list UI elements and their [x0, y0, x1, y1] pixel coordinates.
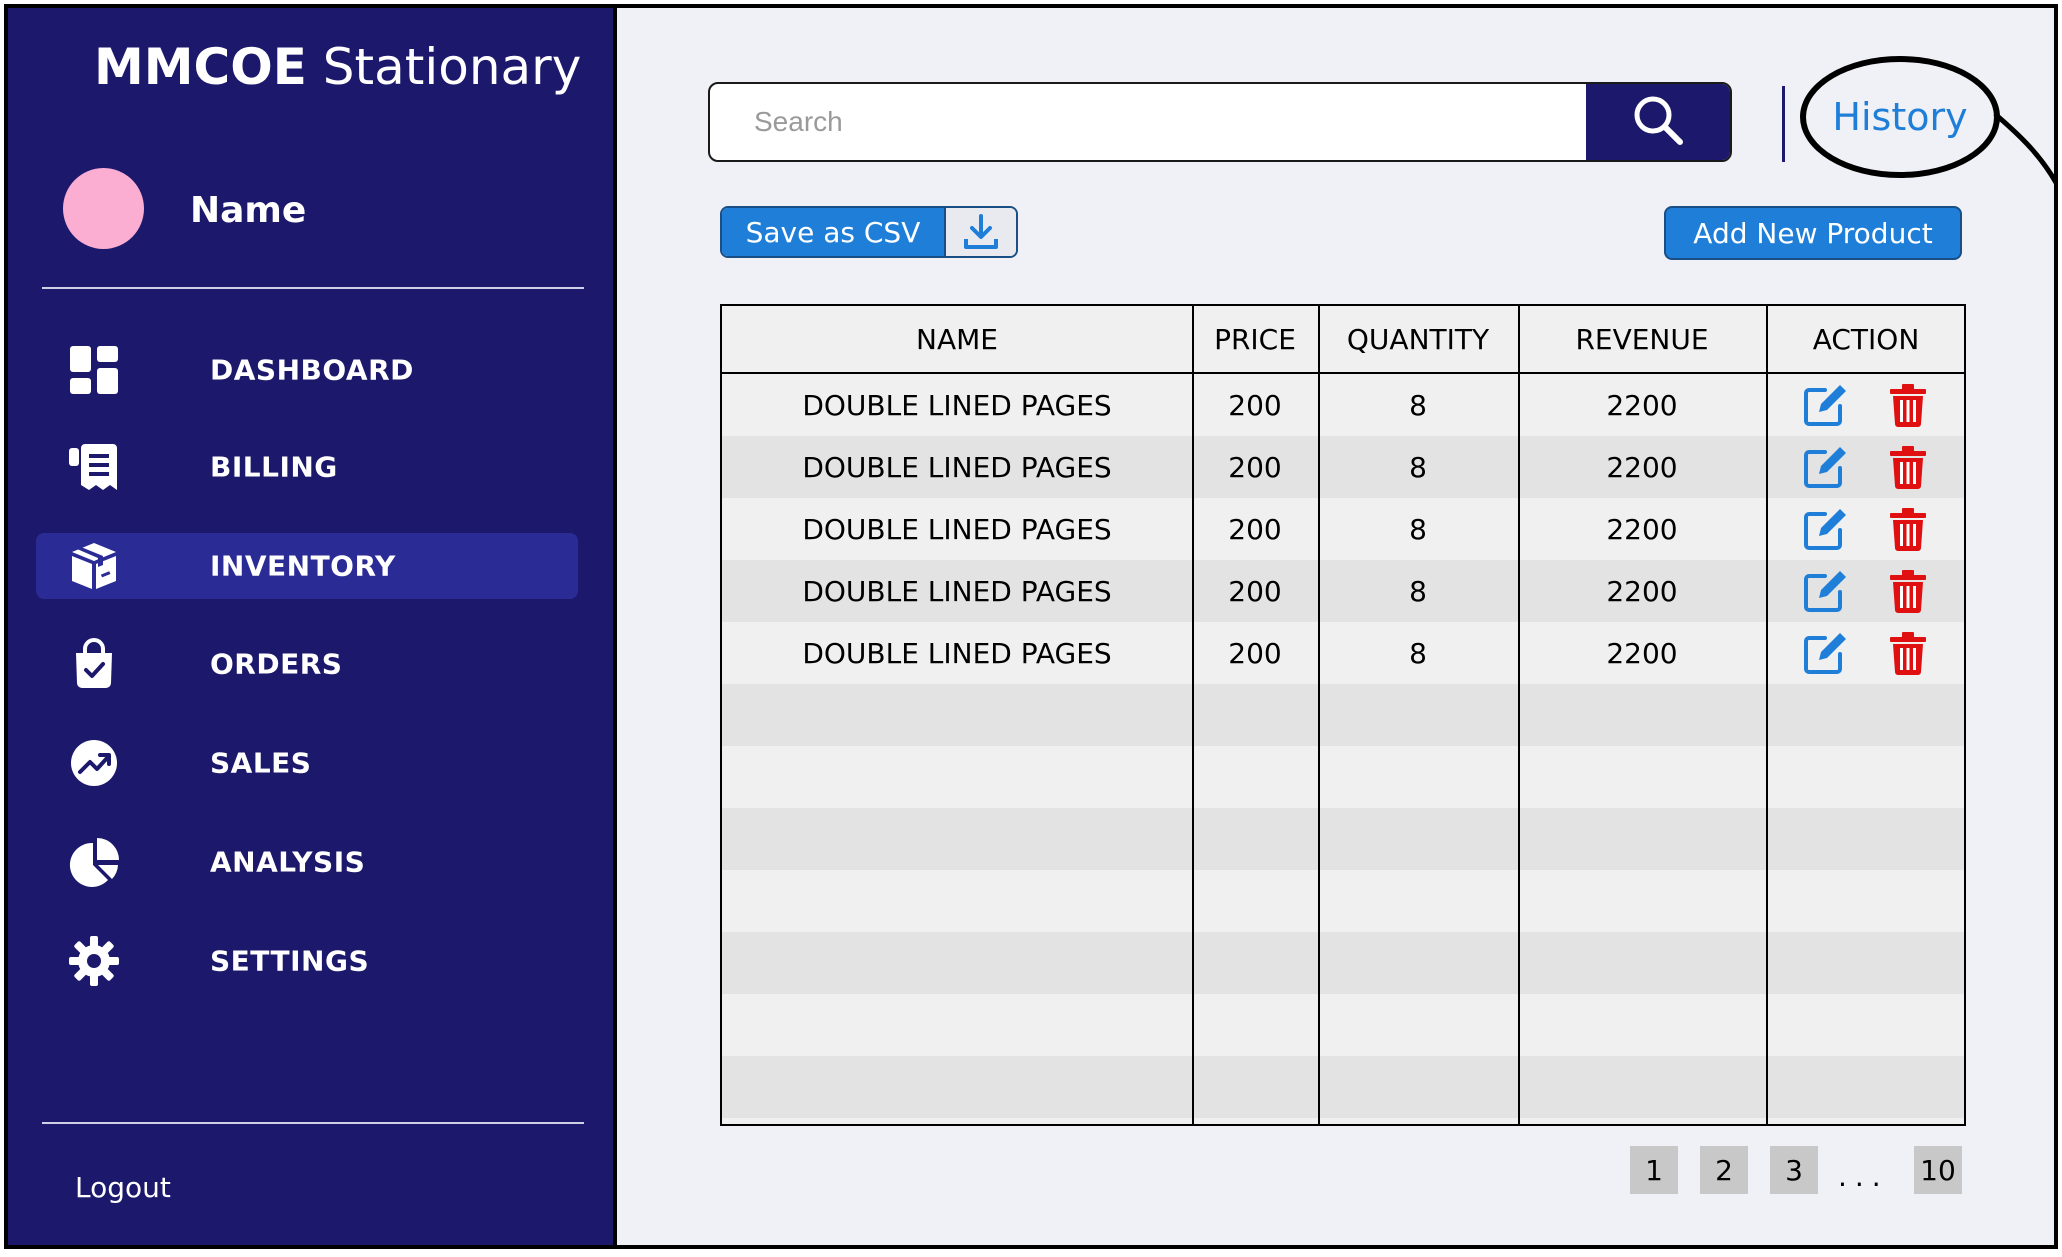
receipt-icon [66, 439, 122, 495]
cell-name: DOUBLE LINED PAGES [802, 450, 1112, 484]
page-button-1[interactable]: 1 [1630, 1146, 1678, 1194]
pie-chart-icon [66, 834, 122, 890]
sidebar-item-label: DASHBOARD [210, 353, 414, 387]
save-csv-label: Save as CSV [722, 208, 944, 256]
empty-table-row [722, 870, 1964, 932]
sidebar-item-sales[interactable]: SALES [36, 730, 578, 796]
column-header-action: ACTION [1812, 322, 1920, 356]
cell-name: DOUBLE LINED PAGES [802, 574, 1112, 608]
edit-icon[interactable] [1802, 381, 1850, 429]
empty-table-row [722, 932, 1964, 994]
column-header-price[interactable]: PRICE [1192, 306, 1318, 372]
logout-link[interactable]: Logout [75, 1171, 171, 1204]
add-new-product-button[interactable]: Add New Product [1664, 206, 1962, 260]
cell-quantity: 8 [1409, 574, 1427, 608]
page-button-last[interactable]: 10 [1914, 1146, 1962, 1194]
dashboard-icon [66, 342, 122, 398]
edit-icon[interactable] [1802, 567, 1850, 615]
table-row: DOUBLE LINED PAGES 200 8 2200 [722, 622, 1964, 684]
cell-quantity: 8 [1409, 636, 1427, 670]
sidebar-divider-bottom [42, 1122, 584, 1124]
empty-table-row [722, 994, 1964, 1056]
download-icon [944, 208, 1016, 256]
sidebar-item-label: SETTINGS [210, 944, 370, 978]
sidebar-item-label: SALES [210, 746, 312, 780]
pagination-ellipsis: ... [1838, 1160, 1889, 1193]
page-button-2[interactable]: 2 [1700, 1146, 1748, 1194]
history-highlight: History [1800, 56, 2000, 178]
sidebar-divider-top [42, 287, 584, 289]
cell-price: 200 [1228, 574, 1282, 608]
cell-price: 200 [1228, 450, 1282, 484]
toolbar-separator [1782, 86, 1785, 162]
sidebar-item-label: ANALYSIS [210, 845, 366, 879]
cell-price: 200 [1228, 388, 1282, 422]
box-icon [66, 538, 122, 594]
gear-icon [66, 933, 122, 989]
sidebar: MMCOE Stationary Name DASHBOARD BILLING … [8, 8, 617, 1245]
cell-name: DOUBLE LINED PAGES [802, 512, 1112, 546]
sidebar-item-settings[interactable]: SETTINGS [36, 928, 578, 994]
cell-revenue: 2200 [1606, 512, 1678, 546]
cell-revenue: 2200 [1606, 388, 1678, 422]
empty-table-row [722, 1056, 1964, 1118]
sidebar-item-label: INVENTORY [210, 549, 396, 583]
history-link[interactable]: History [1832, 95, 1967, 139]
sidebar-item-inventory[interactable]: INVENTORY [36, 533, 578, 599]
cell-revenue: 2200 [1606, 574, 1678, 608]
delete-icon[interactable] [1884, 505, 1932, 553]
search-input[interactable] [710, 84, 1584, 160]
table-row: DOUBLE LINED PAGES 200 8 2200 [722, 436, 1964, 498]
sidebar-item-orders[interactable]: ORDERS [36, 631, 578, 697]
cell-quantity: 8 [1409, 512, 1427, 546]
delete-icon[interactable] [1884, 443, 1932, 491]
table-row: DOUBLE LINED PAGES 200 8 2200 [722, 374, 1964, 436]
sidebar-item-label: BILLING [210, 450, 338, 484]
shopping-bag-icon [66, 636, 122, 692]
search-button[interactable] [1586, 84, 1730, 160]
search-bar [708, 82, 1732, 162]
column-header-name[interactable]: NAME [722, 306, 1192, 372]
table-row: DOUBLE LINED PAGES 200 8 2200 [722, 498, 1964, 560]
cell-revenue: 2200 [1606, 636, 1678, 670]
app-window: MMCOE Stationary Name DASHBOARD BILLING … [4, 4, 2058, 1249]
column-header-revenue[interactable]: REVENUE [1518, 306, 1766, 372]
search-icon [1630, 92, 1686, 153]
cell-name: DOUBLE LINED PAGES [802, 636, 1112, 670]
sidebar-item-analysis[interactable]: ANALYSIS [36, 829, 578, 895]
delete-icon[interactable] [1884, 629, 1932, 677]
sidebar-item-dashboard[interactable]: DASHBOARD [36, 337, 578, 403]
avatar[interactable] [63, 168, 144, 249]
annotation-pointer [1993, 112, 2054, 185]
cell-quantity: 8 [1409, 450, 1427, 484]
trend-up-icon [66, 735, 122, 791]
table-header: NAME PRICE QUANTITY REVENUE ACTION [722, 306, 1964, 374]
empty-table-row [722, 684, 1964, 746]
edit-icon[interactable] [1802, 629, 1850, 677]
delete-icon[interactable] [1884, 381, 1932, 429]
empty-table-row [722, 808, 1964, 870]
cell-name: DOUBLE LINED PAGES [802, 388, 1112, 422]
cell-revenue: 2200 [1606, 450, 1678, 484]
page-button-3[interactable]: 3 [1770, 1146, 1818, 1194]
edit-icon[interactable] [1802, 505, 1850, 553]
inventory-table: NAME PRICE QUANTITY REVENUE ACTION DOUBL… [720, 304, 1966, 1126]
sidebar-item-label: ORDERS [210, 647, 343, 681]
brand-title: MMCOE Stationary [94, 38, 582, 96]
user-name: Name [190, 190, 307, 231]
edit-icon[interactable] [1802, 443, 1850, 491]
cell-price: 200 [1228, 636, 1282, 670]
empty-table-row [722, 746, 1964, 808]
cell-price: 200 [1228, 512, 1282, 546]
table-row: DOUBLE LINED PAGES 200 8 2200 [722, 560, 1964, 622]
save-csv-button[interactable]: Save as CSV [720, 206, 1018, 258]
column-header-quantity[interactable]: QUANTITY [1318, 306, 1518, 372]
cell-quantity: 8 [1409, 388, 1427, 422]
delete-icon[interactable] [1884, 567, 1932, 615]
sidebar-item-billing[interactable]: BILLING [36, 434, 578, 500]
